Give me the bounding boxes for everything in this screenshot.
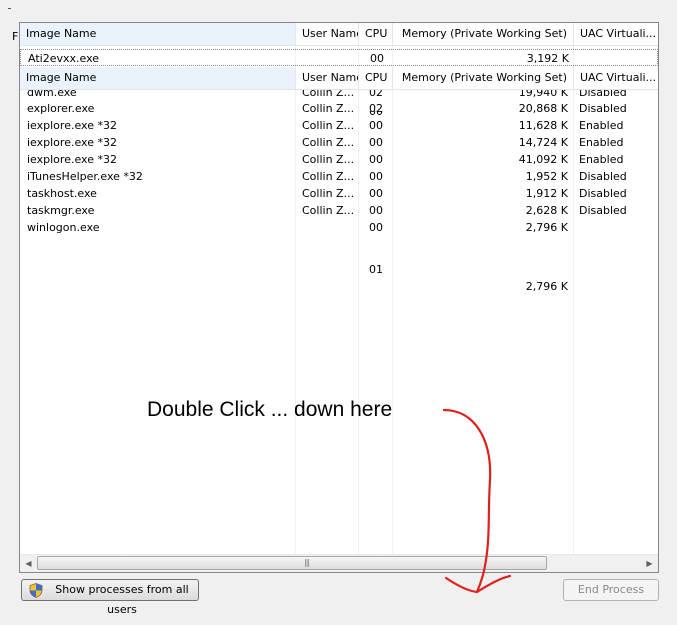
end-process-button[interactable]: End Process (563, 579, 659, 601)
stray-cpu-value: 01 (20, 261, 658, 278)
table-row[interactable]: taskhost.exe Collin Z... 00 1,912 K Disa… (20, 185, 658, 202)
horizontal-scrollbar[interactable]: ◀ ||| ▶ (20, 554, 658, 572)
row-user-name (302, 219, 357, 236)
row-cpu: 00 (369, 136, 383, 149)
row-user-name: Collin Z... (302, 187, 355, 200)
row-cpu: 00 (369, 153, 383, 166)
table-row[interactable]: iexplore.exe *32 Collin Z... 00 14,724 K… (20, 134, 658, 151)
row-image-name: taskhost.exe (27, 187, 97, 200)
left-window-edge (0, 0, 19, 580)
header-uac[interactable]: UAC Virtuali... (574, 67, 658, 89)
table-row[interactable]: iexplore.exe *32 Collin Z... 00 11,628 K… (20, 117, 658, 134)
row-memory: 2,796 K (525, 221, 568, 234)
column-header-duplicate: Image Name User Name CPU Memory (Private… (20, 67, 658, 90)
header-image-name[interactable]: Image Name (20, 23, 296, 45)
clipped-menu-letter: F (12, 30, 19, 43)
row-cpu: 00 (369, 170, 383, 183)
column-header-top: ▲ Image Name User Name CPU Memory (Priva… (20, 23, 658, 46)
scroll-right-arrow-icon[interactable]: ▶ (641, 555, 658, 572)
grip-icon: ||| (304, 558, 310, 567)
stray-memory-value: 2,796 K (20, 278, 658, 295)
edge-tick (8, 8, 11, 9)
row-uac: Enabled (579, 153, 624, 166)
row-image-name: iexplore.exe *32 (27, 119, 117, 132)
header-cpu[interactable]: CPU (359, 23, 393, 45)
table-row[interactable]: iexplore.exe *32 Collin Z... 00 41,092 K… (20, 151, 658, 168)
row-cpu: 00 (369, 221, 383, 234)
header-memory[interactable]: Memory (Private Working Set) (393, 23, 574, 45)
row-memory: 14,724 K (518, 136, 568, 149)
dragged-row-ghost: Ati2evxx.exe 00 3,192 K (20, 49, 658, 66)
annotation-text: Double Click ... down here (147, 398, 393, 421)
uac-shield-icon (29, 583, 43, 598)
header-user-name[interactable]: User Name (296, 23, 359, 45)
row-uac: Enabled (579, 136, 624, 149)
row-memory: 1,952 K (525, 170, 568, 183)
table-row[interactable]: taskmgr.exe Collin Z... 00 2,628 K Disab… (20, 202, 658, 219)
row-memory: 11,628 K (518, 119, 568, 132)
row-user-name: Collin Z... (302, 136, 355, 149)
table-row[interactable]: iTunesHelper.exe *32 Collin Z... 00 1,95… (20, 168, 658, 185)
header-image-name[interactable]: Image Name (20, 67, 296, 89)
show-all-users-button[interactable]: Show processes from all users (21, 579, 199, 616)
row-user-name: Collin Z... (302, 119, 355, 132)
row-user-name: Collin Z... (302, 204, 355, 217)
table-row[interactable]: winlogon.exe 00 2,796 K (20, 219, 658, 236)
row-uac: Enabled (579, 119, 624, 132)
header-uac[interactable]: UAC Virtuali... (574, 23, 658, 45)
row-memory: 2,796 K (525, 280, 568, 293)
row-user-name: Collin Z... (302, 170, 355, 183)
row-memory: 3,192 K (526, 52, 569, 65)
header-user-name[interactable]: User Name (296, 67, 359, 89)
row-image-name: Ati2evxx.exe (28, 52, 100, 65)
process-list[interactable]: ▲ Image Name User Name CPU Memory (Priva… (19, 22, 659, 573)
show-all-users-label: Show processes from all users (55, 583, 189, 616)
row-cpu: 00 (369, 204, 383, 217)
row-cpu: 00 (369, 187, 383, 200)
row-memory: 41,092 K (518, 153, 568, 166)
row-image-name: winlogon.exe (27, 221, 100, 234)
row-image-name: iexplore.exe *32 (27, 153, 117, 166)
row-memory: 2,628 K (525, 204, 568, 217)
row-image-name: iexplore.exe *32 (27, 136, 117, 149)
row-memory: 1,912 K (525, 187, 568, 200)
row-image-name: taskmgr.exe (27, 204, 95, 217)
row-uac (579, 219, 659, 236)
row-uac: Disabled (579, 187, 627, 200)
row-cpu: 00 (369, 119, 383, 132)
header-memory[interactable]: Memory (Private Working Set) (393, 67, 574, 89)
row-uac: Disabled (579, 204, 627, 217)
header-cpu[interactable]: CPU (359, 67, 393, 89)
row-cpu: 00 (370, 52, 384, 65)
row-cpu: 01 (369, 263, 383, 276)
row-image-name: iTunesHelper.exe *32 (27, 170, 143, 183)
red-arrow-icon (442, 408, 512, 594)
row-user-name: Collin Z... (302, 153, 355, 166)
scroll-left-arrow-icon[interactable]: ◀ (20, 555, 37, 572)
row-uac: Disabled (579, 170, 627, 183)
